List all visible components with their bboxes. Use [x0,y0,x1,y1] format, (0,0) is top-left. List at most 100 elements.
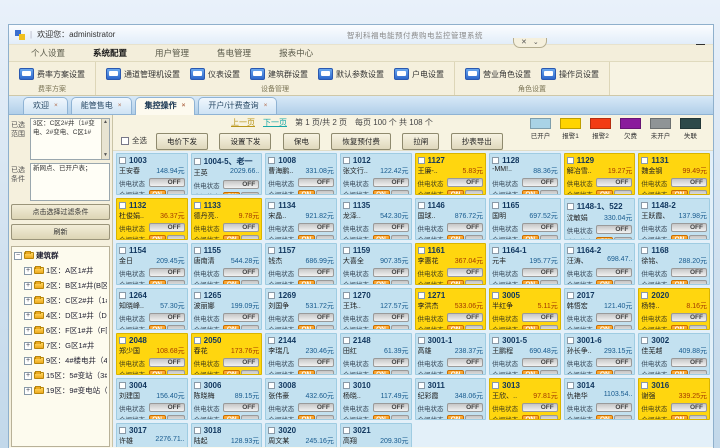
switch-toggle-track[interactable] [614,280,632,286]
switch-on-badge[interactable]: ON [149,370,166,376]
room-card[interactable]: 2048 郑少国 108.68元 供电状态 OFF 合闸状态 [116,333,188,375]
menu-item[interactable]: 售电管理 [217,47,251,59]
power-off-toggle[interactable]: OFF [298,268,334,277]
room-card[interactable]: 3006 陈晓梅 89.15元 供电状态 OFF 合闸状态 [191,378,263,420]
room-checkbox[interactable] [268,202,275,209]
room-checkbox[interactable] [492,382,499,389]
room-card[interactable]: 1135 龙泽.. 542.30元 供电状态 OFF 合闸状态 [340,198,412,240]
switch-on-badge[interactable]: ON [522,190,539,196]
room-card[interactable]: 3001-5 王鹏程 690.48元 供电状态 OFF 合闸状态 [489,333,561,375]
power-off-toggle[interactable]: OFF [671,178,707,187]
room-checkbox[interactable] [641,157,648,164]
power-off-toggle[interactable]: OFF [223,223,259,232]
tree-item[interactable]: + 6区：F区1#井（F区1# [24,325,107,336]
switch-toggle-track[interactable] [316,325,334,331]
switch-toggle-track[interactable] [167,280,185,286]
room-card[interactable]: 1265 波丽娜 199.09元 供电状态 OFF 合闸状态 [191,288,263,330]
expand-icon[interactable]: + [24,312,32,320]
room-card[interactable]: 1128 -MM!.. 88.36元 供电状态 OFF 合闸状态 [489,153,561,195]
room-card[interactable]: 1168 徐铭、 288.20元 供电状态 OFF 合闸状态 [638,243,710,285]
power-off-toggle[interactable]: OFF [223,268,259,277]
tree-item[interactable]: + 4区：D区1#井（D区1 [24,310,107,321]
ribbon-button[interactable]: 营业角色设置 [463,66,533,82]
switch-on-badge[interactable]: ON [596,190,613,196]
switch-toggle-track[interactable] [316,415,334,421]
tab-close-icon[interactable]: × [182,102,186,109]
room-card[interactable]: 3001-1 高雄 238.37元 供电状态 OFF 合闸状态 [415,333,487,375]
power-off-toggle[interactable]: OFF [522,403,558,412]
room-checkbox[interactable] [418,292,425,299]
power-off-toggle[interactable]: OFF [373,268,409,277]
tree-item[interactable]: + 1区：A区1#井 [24,265,107,276]
room-checkbox[interactable] [268,247,275,254]
switch-on-badge[interactable]: ON [373,235,390,241]
room-card[interactable]: 1159 大喜全 907.35元 供电状态 OFF 合闸状态 [340,243,412,285]
listbox-scrollbar[interactable]: ▲ ▼ [101,119,109,159]
room-card[interactable]: 3016 谢强 339.25元 供电状态 OFF 合闸状态 [638,378,710,420]
switch-on-badge[interactable]: ON [223,192,240,196]
power-off-toggle[interactable]: OFF [596,313,632,322]
expand-icon[interactable]: + [24,357,32,365]
switch-toggle-track[interactable] [689,325,707,331]
room-checkbox[interactable] [119,157,126,164]
room-card[interactable]: 1008 曹海鹏.. 331.08元 供电状态 OFF 合闸状态 [265,153,337,195]
expand-icon[interactable]: + [24,327,32,335]
room-card[interactable]: 2050 春花 173.76元 供电状态 OFF 合闸状态 [191,333,263,375]
switch-on-badge[interactable]: ON [298,190,315,196]
power-off-toggle[interactable]: OFF [447,358,483,367]
room-card[interactable]: 1161 李惠花 367.04元 供电状态 OFF 合闸状态 [415,243,487,285]
room-card[interactable]: 2144 李瑞几 230.46元 供电状态 OFF 合闸状态 [265,333,337,375]
room-checkbox[interactable] [343,382,350,389]
room-checkbox[interactable] [418,337,425,344]
ribbon-button[interactable]: 默认参数设置 [316,66,386,82]
switch-toggle-track[interactable] [316,235,334,241]
room-checkbox[interactable] [567,203,574,210]
document-tab[interactable]: 欢迎 × [23,97,68,114]
room-checkbox[interactable] [194,382,201,389]
room-checkbox[interactable] [119,427,126,434]
switch-on-badge[interactable]: ON [298,325,315,331]
switch-toggle-track[interactable] [465,325,483,331]
switch-toggle-track[interactable] [689,280,707,286]
switch-on-badge[interactable]: ON [447,325,464,331]
switch-toggle-track[interactable] [465,370,483,376]
power-off-toggle[interactable]: OFF [149,178,185,187]
room-checkbox[interactable] [343,157,350,164]
tree-item[interactable]: + 3区：C区2#井（1#变 [24,295,107,306]
power-off-toggle[interactable]: OFF [522,358,558,367]
room-card[interactable]: 1271 李洪杰 533.06元 供电状态 OFF 合闸状态 [415,288,487,330]
ribbon-button[interactable]: 建筑群设置 [248,66,310,82]
switch-toggle-track[interactable] [689,190,707,196]
room-checkbox[interactable] [119,337,126,344]
action-button[interactable]: 拉闸 [402,133,439,150]
tree-item[interactable]: + 9区：4#楼电井（4#楼 [24,355,107,366]
collapse-icon[interactable]: − [14,252,22,260]
room-checkbox[interactable] [418,202,425,209]
switch-on-badge[interactable]: ON [447,190,464,196]
switch-toggle-track[interactable] [316,280,334,286]
menu-item[interactable]: 用户管理 [155,47,189,59]
switch-toggle-track[interactable] [391,325,409,331]
switch-on-badge[interactable]: ON [298,235,315,241]
room-checkbox[interactable] [567,337,574,344]
switch-toggle-track[interactable] [241,235,259,241]
room-card[interactable]: 2148 田红 61.39元 供电状态 OFF 合闸状态 [340,333,412,375]
filter-select-button[interactable]: 点击选择过滤条件 [11,204,110,220]
room-card[interactable]: 1004-5、老一 王英 2029.66.. 供电状态 OFF 合闸状态 [191,153,263,195]
room-checkbox[interactable] [418,382,425,389]
room-checkbox[interactable] [641,337,648,344]
room-checkbox[interactable] [119,247,126,254]
switch-on-badge[interactable]: ON [671,280,688,286]
power-off-toggle[interactable]: OFF [522,178,558,187]
menu-item[interactable]: 个人设置 [31,47,65,59]
room-checkbox[interactable] [343,247,350,254]
power-off-toggle[interactable]: OFF [671,313,707,322]
room-checkbox[interactable] [343,202,350,209]
room-card[interactable]: 1165 国明 697.52元 供电状态 OFF 合闸状态 [489,198,561,240]
room-card[interactable]: 3017 许雄 2276.71.. 供电状态 OFF 合闸状态 [116,423,188,447]
switch-on-badge[interactable]: ON [149,235,166,241]
room-checkbox[interactable] [268,337,275,344]
room-checkbox[interactable] [343,292,350,299]
room-checkbox[interactable] [492,157,499,164]
room-card[interactable]: 3002 佳芜越 409.88元 供电状态 OFF 合闸状态 [638,333,710,375]
